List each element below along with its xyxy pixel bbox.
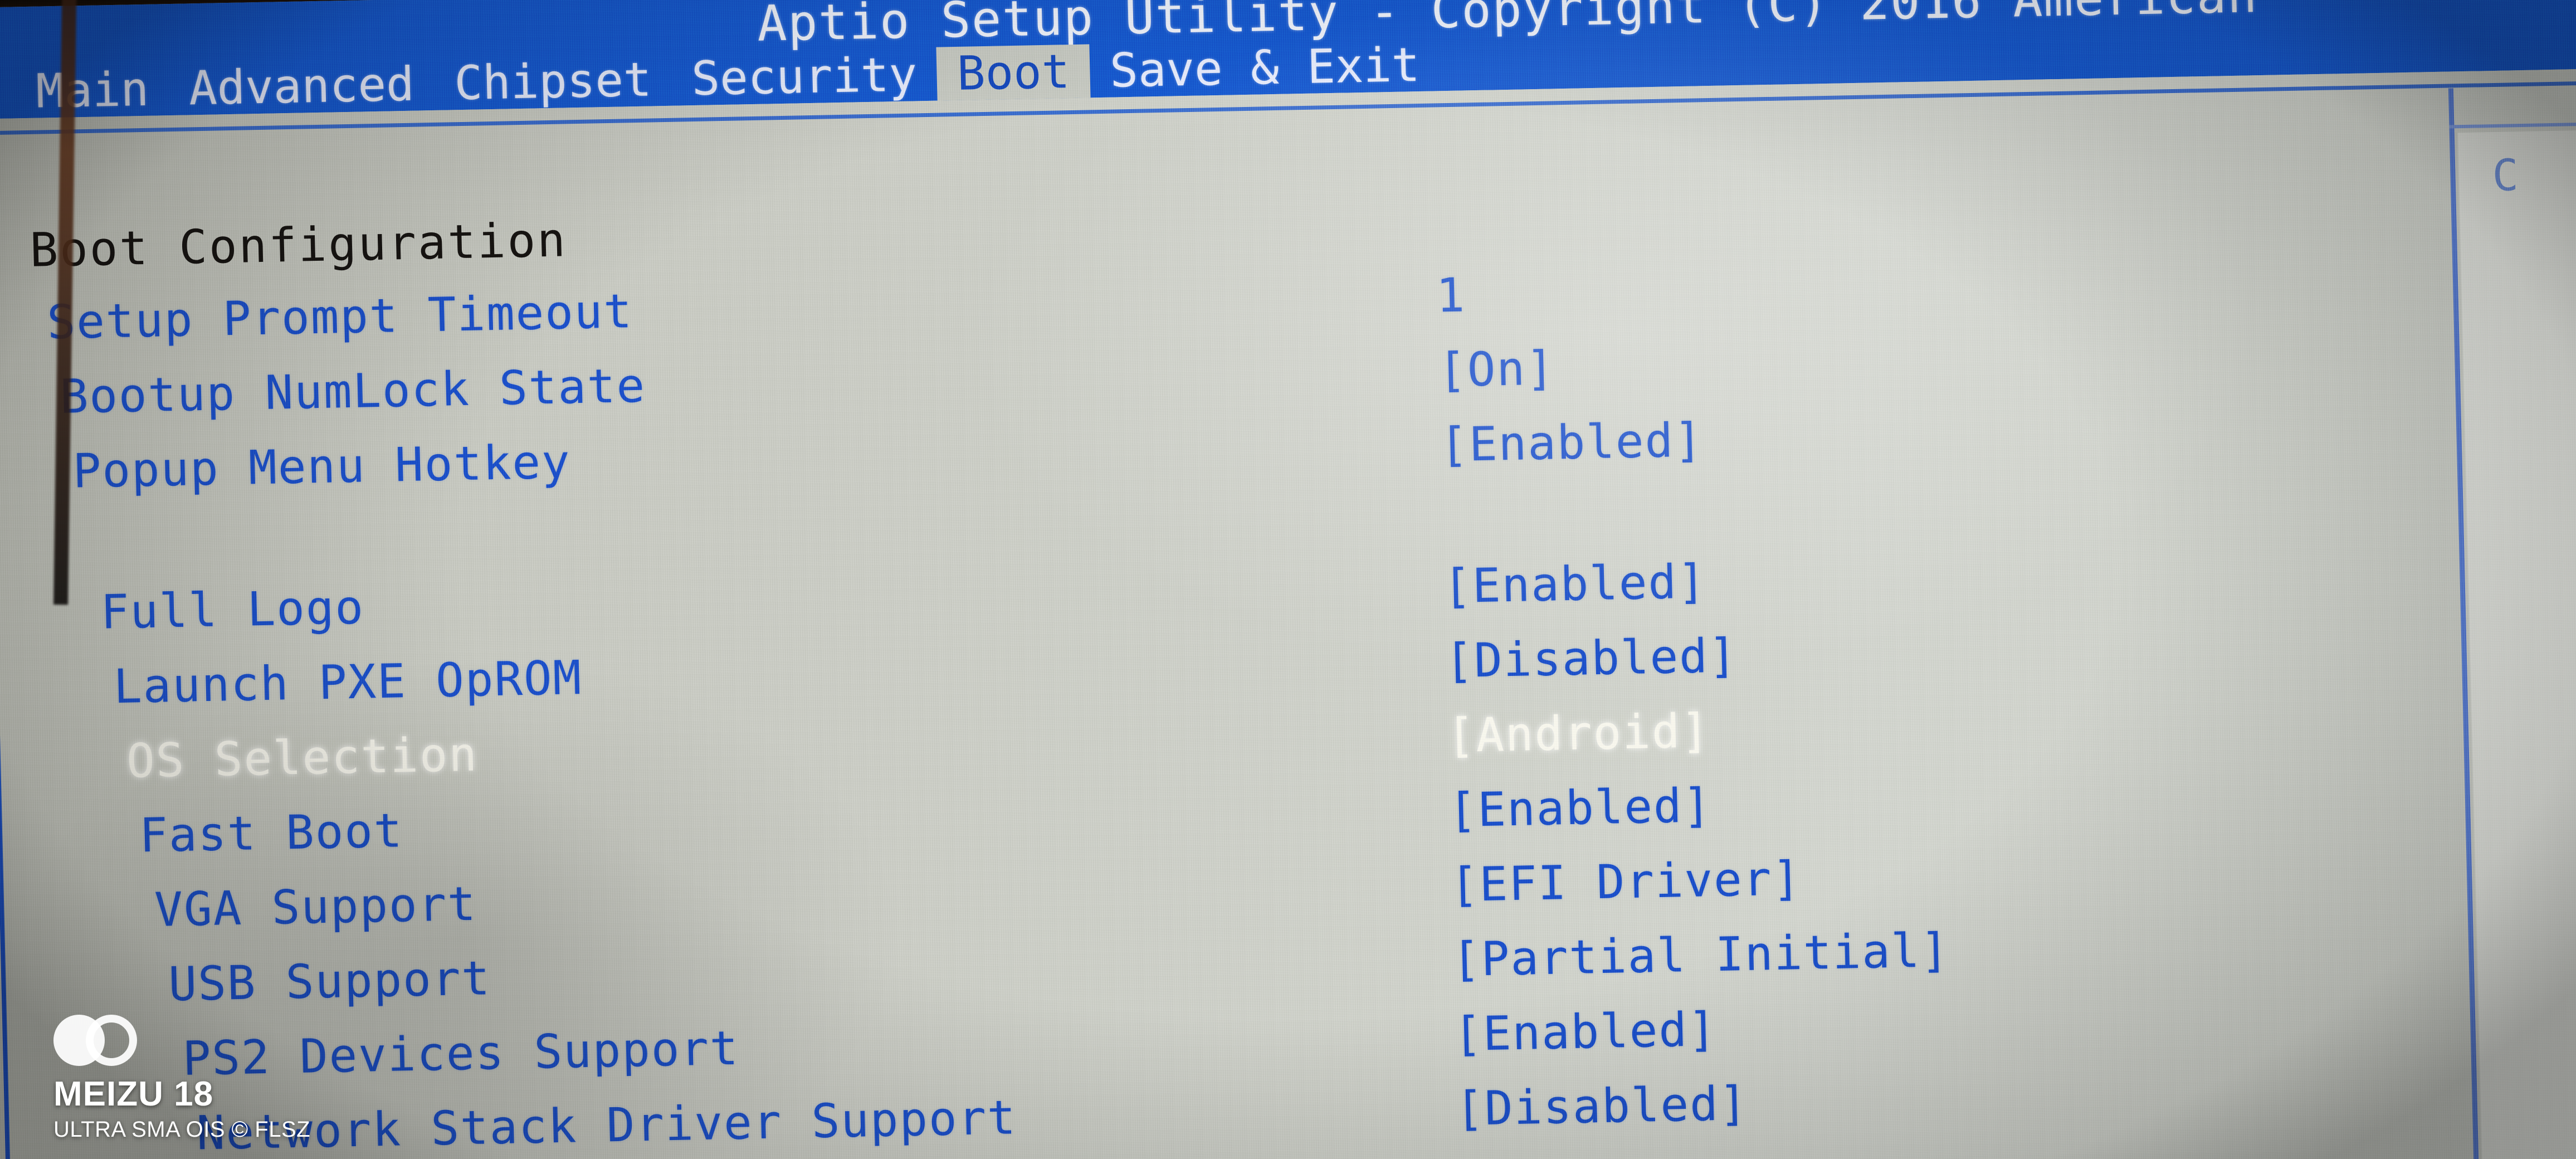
setting-value[interactable]: [Partial Initial] (1451, 913, 1951, 997)
help-pane-text: C (2491, 150, 2519, 202)
setting-label: Launch PXE OpROM (113, 650, 583, 714)
tab-advanced-label: Advanced (188, 56, 415, 116)
tab-save-exit-label: Save & Exit (1109, 37, 1421, 98)
bios-screen: Aptio Setup Utility - Copyright (C) 2016… (0, 0, 2576, 1159)
monitor-screen-wrapper: Aptio Setup Utility - Copyright (C) 2016… (0, 0, 2576, 1159)
tab-security[interactable]: Security (671, 47, 938, 106)
setting-value[interactable]: [Disabled] (1444, 618, 1739, 698)
setting-label: Full Logo (100, 580, 365, 640)
setting-label: USB Support (168, 951, 491, 1012)
setting-label: Popup Menu Hotkey (72, 434, 572, 499)
setting-label: VGA Support (154, 876, 477, 937)
photo-of-monitor: Aptio Setup Utility - Copyright (C) 2016… (0, 0, 2576, 1159)
setting-value[interactable]: [Disabled] (1455, 1066, 1749, 1146)
setting-label: Setup Prompt Timeout (46, 284, 633, 350)
meizu-logo-outline-circle (86, 1015, 137, 1067)
help-pane (2457, 129, 2576, 1159)
bios-body: C Boot Configuration Setup Prompt Timeou… (0, 68, 2576, 1159)
section-title: Boot Configuration (29, 212, 568, 277)
settings-list: Setup Prompt Timeout 1 Bootup NumLock Stat… (0, 240, 2442, 1159)
tab-chipset-label: Chipset (453, 52, 652, 111)
setting-label: OS Selection (126, 727, 479, 788)
help-pane-top-rule (2449, 121, 2576, 129)
setting-value[interactable]: [Android] (1446, 693, 1711, 773)
setting-value[interactable]: [Enabled] (1447, 768, 1713, 848)
setting-value[interactable]: [On] (1437, 330, 1556, 407)
setting-value[interactable]: [Enabled] (1453, 992, 1718, 1072)
setting-label: Bootup NumLock State (59, 358, 647, 424)
setting-value[interactable]: [EFI Driver] (1449, 841, 1802, 922)
setting-value[interactable]: 1 (1436, 257, 1467, 333)
watermark-brand: MEIZU 18 (53, 1075, 214, 1114)
setting-value[interactable]: [Enabled] (1442, 544, 1707, 624)
meizu-logo-icon (53, 1015, 152, 1068)
setting-value[interactable]: [Enabled] (1439, 402, 1704, 482)
tab-boot-label: Boot (956, 44, 1071, 101)
tab-save-exit[interactable]: Save & Exit (1089, 37, 1440, 98)
tab-main-label: Main (35, 61, 150, 119)
tab-main[interactable]: Main (16, 61, 170, 119)
setting-label: Fast Boot (139, 803, 404, 863)
tab-chipset[interactable]: Chipset (433, 52, 672, 110)
tab-advanced[interactable]: Advanced (168, 56, 435, 116)
watermark-tagline: ULTRA SMA OIS © FLSZ (53, 1117, 311, 1142)
tab-security-label: Security (691, 47, 918, 106)
tab-boot[interactable]: Boot (936, 44, 1091, 101)
camera-watermark: MEIZU 18 ULTRA SMA OIS © FLSZ (53, 1015, 310, 1142)
